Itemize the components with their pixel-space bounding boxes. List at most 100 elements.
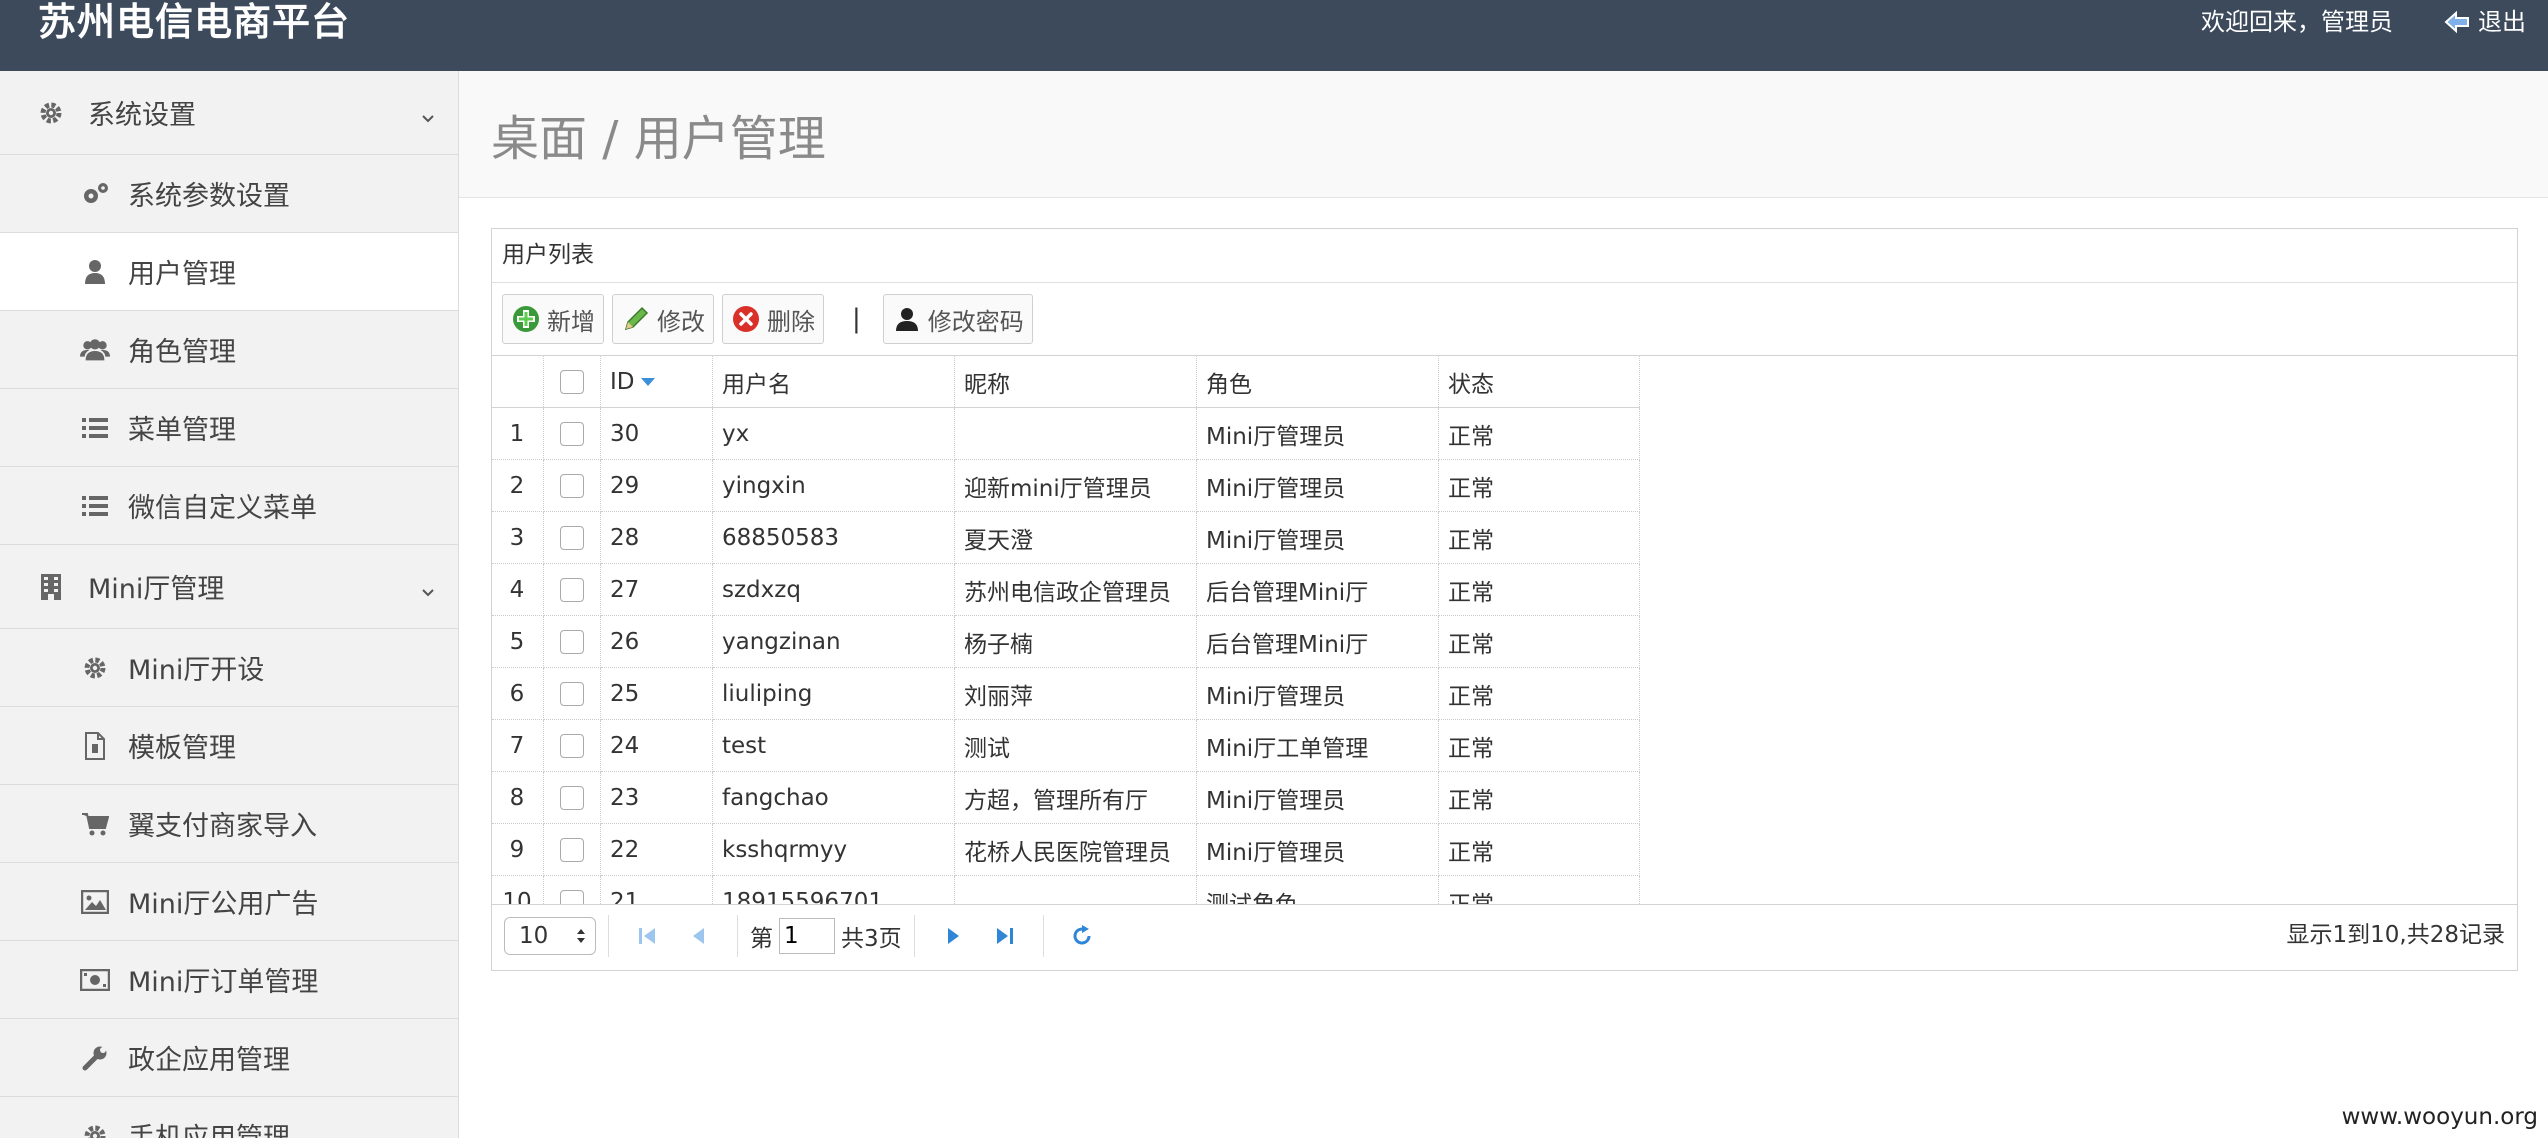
cell-username: yingxin — [712, 459, 955, 512]
edit-button[interactable]: 修改 — [612, 294, 714, 344]
grid-wrapper: ID 用户名 昵称 角色 状态 1 30 yx Mini厅管理员 正常 2 29… — [492, 356, 2517, 905]
sidebar-item-role-management[interactable]: 角色管理 — [0, 311, 458, 389]
cell-username: test — [712, 719, 955, 772]
row-checkbox[interactable] — [559, 578, 584, 602]
logout-button[interactable]: 退出 — [2444, 0, 2526, 44]
sidebar-item-label: 用户管理 — [128, 259, 236, 290]
select-all-checkbox[interactable] — [559, 370, 584, 394]
table-row[interactable]: 5 26 yangzinan 杨子楠 后台管理Mini厅 正常 — [492, 615, 1640, 668]
table-row[interactable]: 10 21 18915596701 测试角色 正常 — [492, 875, 1640, 904]
sidebar-group-mini-hall[interactable]: Mini厅管理 — [0, 545, 458, 629]
column-header-username[interactable]: 用户名 — [712, 356, 955, 408]
cell-status: 正常 — [1438, 563, 1640, 616]
sidebar-item-user-management[interactable]: 用户管理 — [0, 233, 458, 311]
cell-id: 26 — [600, 615, 713, 668]
table-row[interactable]: 2 29 yingxin 迎新mini厅管理员 Mini厅管理员 正常 — [492, 459, 1640, 512]
building-icon — [36, 573, 66, 601]
delete-button[interactable]: 删除 — [722, 294, 824, 344]
cell-nickname: 方超，管理所有厅 — [954, 771, 1197, 824]
current-page-input[interactable] — [779, 917, 835, 954]
cell-status: 正常 — [1438, 719, 1640, 772]
cell-status: 正常 — [1438, 771, 1640, 824]
pager-separator — [737, 914, 738, 957]
breadcrumb: 桌面 / 用户管理 — [491, 111, 826, 167]
column-header-nickname[interactable]: 昵称 — [954, 356, 1197, 408]
row-checkbox[interactable] — [559, 474, 584, 498]
row-number: 10 — [492, 875, 544, 904]
row-number: 6 — [492, 667, 544, 720]
refresh-button[interactable] — [1065, 919, 1099, 953]
cell-username: 18915596701 — [712, 875, 955, 904]
refresh-icon — [1073, 924, 1091, 944]
table-header-row: ID 用户名 昵称 角色 状态 — [492, 356, 1640, 408]
row-checkbox[interactable] — [559, 422, 584, 446]
sidebar-item-menu-management[interactable]: 菜单管理 — [0, 389, 458, 467]
add-button[interactable]: 新增 — [502, 294, 604, 344]
row-checkbox[interactable] — [559, 630, 584, 654]
sidebar-item-gov-apps[interactable]: 政企应用管理 — [0, 1019, 458, 1097]
sidebar-item-wechat-menu[interactable]: 微信自定义菜单 — [0, 467, 458, 545]
cell-username: fangchao — [712, 771, 955, 824]
sidebar-item-system-params[interactable]: 系统参数设置 — [0, 155, 458, 233]
user-icon — [80, 259, 110, 285]
row-checkbox[interactable] — [559, 526, 584, 550]
change-password-button[interactable]: 修改密码 — [882, 294, 1033, 344]
row-checkbox[interactable] — [559, 838, 584, 862]
sidebar-item-merchant-import[interactable]: 翼支付商家导入 — [0, 785, 458, 863]
sidebar-item-template-management[interactable]: 模板管理 — [0, 707, 458, 785]
cell-id: 29 — [600, 459, 713, 512]
sidebar-group-system-settings[interactable]: 系统设置 — [0, 71, 458, 155]
sidebar-item-label: Mini厅开设 — [128, 655, 265, 686]
cell-username: yx — [712, 407, 955, 460]
watermark: www.wooyun.org — [2341, 1104, 2538, 1130]
cell-status: 正常 — [1438, 511, 1640, 564]
row-checkbox[interactable] — [559, 786, 584, 810]
table-row[interactable]: 8 23 fangchao 方超，管理所有厅 Mini厅管理员 正常 — [492, 771, 1640, 824]
toolbar-separator: | — [852, 304, 861, 334]
file-icon — [80, 731, 110, 760]
gear-icon — [80, 1123, 110, 1138]
first-page-button[interactable] — [630, 919, 664, 953]
sidebar-item-mini-hall-open[interactable]: Mini厅开设 — [0, 629, 458, 707]
next-page-button[interactable] — [936, 919, 970, 953]
row-checkbox[interactable] — [559, 734, 584, 758]
cell-role: Mini厅管理员 — [1196, 407, 1439, 460]
sidebar-item-mobile-apps[interactable]: 手机应用管理 — [0, 1097, 458, 1138]
prev-page-icon — [693, 927, 704, 944]
brand-title: 苏州电信电商平台 — [38, 0, 351, 44]
table-row[interactable]: 9 22 ksshqrmyy 花桥人民医院管理员 Mini厅管理员 正常 — [492, 823, 1640, 876]
edit-label: 修改 — [657, 307, 705, 336]
sidebar-item-label: 微信自定义菜单 — [128, 493, 317, 524]
cell-id: 30 — [600, 407, 713, 460]
row-checkbox-cell — [543, 511, 601, 564]
row-checkbox[interactable] — [559, 890, 584, 904]
sidebar-item-public-ads[interactable]: Mini厅公用广告 — [0, 863, 458, 941]
column-header-id-label: ID — [610, 368, 635, 395]
last-page-button[interactable] — [988, 919, 1022, 953]
sidebar-item-order-management[interactable]: Mini厅订单管理 — [0, 941, 458, 1019]
cell-username: liuliping — [712, 667, 955, 720]
table-row[interactable]: 1 30 yx Mini厅管理员 正常 — [492, 407, 1640, 460]
breadcrumb-bar: 桌面 / 用户管理 — [459, 71, 2548, 198]
cell-role: 后台管理Mini厅 — [1196, 563, 1439, 616]
table-row[interactable]: 6 25 liuliping 刘丽萍 Mini厅管理员 正常 — [492, 667, 1640, 720]
cell-nickname: 刘丽萍 — [954, 667, 1197, 720]
cell-role: Mini厅管理员 — [1196, 459, 1439, 512]
delete-icon — [733, 306, 759, 332]
row-checkbox-cell — [543, 459, 601, 512]
page-size-select[interactable]: 10 — [504, 916, 596, 955]
table-row[interactable]: 3 28 68850583 夏天澄 Mini厅管理员 正常 — [492, 511, 1640, 564]
logout-label: 退出 — [2478, 8, 2526, 36]
table-row[interactable]: 7 24 test 测试 Mini厅工单管理 正常 — [492, 719, 1640, 772]
row-checkbox[interactable] — [559, 682, 584, 706]
table-row[interactable]: 4 27 szdxzq 苏州电信政企管理员 后台管理Mini厅 正常 — [492, 563, 1640, 616]
cell-role: Mini厅工单管理 — [1196, 719, 1439, 772]
prev-page-button[interactable] — [682, 919, 716, 953]
cell-username: 68850583 — [712, 511, 955, 564]
cell-status: 正常 — [1438, 615, 1640, 668]
change-password-label: 修改密码 — [927, 307, 1024, 336]
row-checkbox-cell — [543, 615, 601, 668]
column-header-id[interactable]: ID — [600, 356, 713, 408]
column-header-role[interactable]: 角色 — [1196, 356, 1439, 408]
column-header-status[interactable]: 状态 — [1438, 356, 1640, 408]
